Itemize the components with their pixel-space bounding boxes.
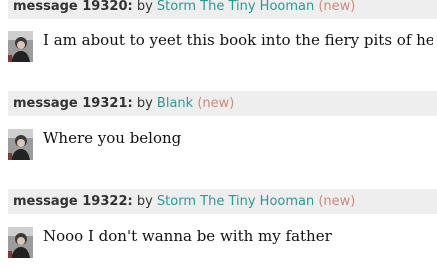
message-number: message 19321: xyxy=(13,96,133,111)
by-label: by xyxy=(136,96,153,111)
user-avatar-icon[interactable] xyxy=(8,31,33,62)
message-text: Where you belong xyxy=(43,129,182,147)
author-link[interactable]: Blank xyxy=(157,96,193,111)
user-avatar-icon[interactable] xyxy=(8,227,33,258)
message-header: message 19321: by Blank (new) xyxy=(8,91,437,116)
user-avatar-icon[interactable] xyxy=(8,129,33,160)
new-badge: (new) xyxy=(318,194,356,209)
message-number: message 19320: xyxy=(13,0,133,14)
message-header: message 19320: by Storm The Tiny Hooman … xyxy=(8,0,437,19)
message-text: I am about to yeet this book into the fi… xyxy=(43,31,433,49)
new-badge: (new) xyxy=(318,0,356,14)
message-thread: message 19320: by Storm The Tiny Hooman … xyxy=(0,0,437,266)
by-label: by xyxy=(136,194,153,209)
by-label: by xyxy=(136,0,153,14)
message-number: message 19322: xyxy=(13,194,133,209)
new-badge: (new) xyxy=(197,96,235,111)
message-text: Nooo I don't wanna be with my father xyxy=(43,227,332,245)
message-header: message 19322: by Storm The Tiny Hooman … xyxy=(8,189,437,214)
author-link[interactable]: Storm The Tiny Hooman xyxy=(157,194,314,209)
author-link[interactable]: Storm The Tiny Hooman xyxy=(157,0,314,14)
